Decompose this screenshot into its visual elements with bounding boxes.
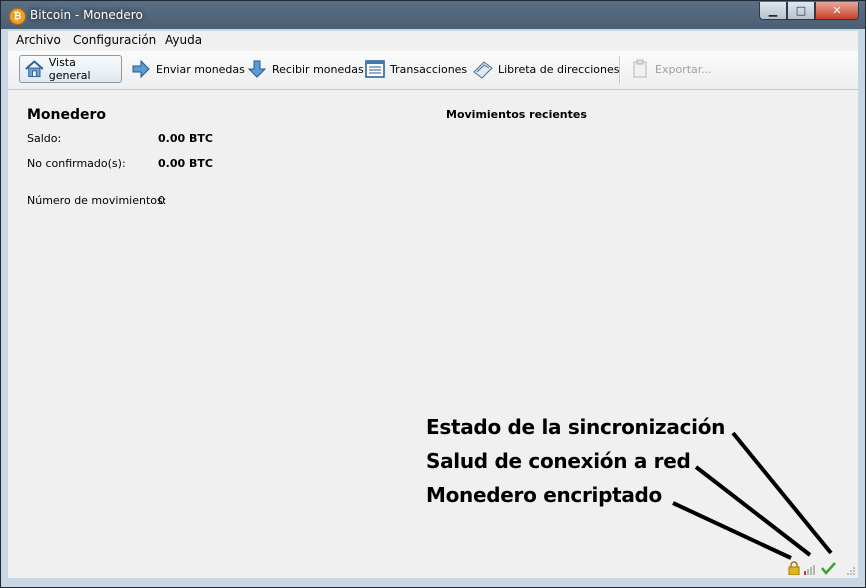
annotation-arrow-encrypted (672, 501, 792, 560)
status-bar (8, 551, 858, 578)
arrow-down-icon (247, 60, 267, 78)
annotation-encrypted: Monedero encriptado (426, 483, 662, 507)
menu-ayuda[interactable]: Ayuda (165, 33, 202, 47)
unconfirmed-label: No confirmado(s): (27, 157, 126, 170)
send-coins-label: Enviar monedas (156, 62, 245, 76)
home-icon (25, 60, 44, 78)
annotation-sync: Estado de la sincronización (426, 415, 726, 439)
menu-archivo[interactable]: Archivo (16, 33, 61, 47)
annotation-arrow-network (694, 465, 812, 557)
toolbar-separator (619, 56, 621, 84)
send-coins-button[interactable]: Enviar monedas (126, 55, 249, 83)
export-icon (633, 59, 647, 78)
overview-button[interactable]: Vista general (19, 55, 122, 83)
overview-button-label: Vista general (48, 56, 91, 82)
receive-coins-button[interactable]: Recibir monedas (242, 55, 368, 83)
transactions-label: Transacciones (390, 62, 468, 76)
balance-value: 0.00 BTC (158, 132, 213, 145)
network-signal-icon[interactable] (803, 561, 817, 575)
sync-check-icon[interactable] (821, 561, 836, 575)
annotation-network: Salud de conexión a red (426, 449, 691, 473)
menu-bar: Archivo Configuración Ayuda (8, 31, 858, 51)
transactions-button[interactable]: Transacciones (360, 55, 471, 83)
export-button[interactable]: Exportar... (625, 55, 716, 83)
lock-icon[interactable] (787, 561, 801, 575)
menu-configuracion[interactable]: Configuración (73, 33, 156, 47)
address-book-label: Libreta de direcciones (498, 62, 620, 76)
recent-transactions-title: Movimientos recientes (446, 108, 587, 121)
toolbar: Vista general Enviar monedas Recibir mon… (8, 51, 858, 90)
app-window: ₿ Bitcoin - Monedero ▁ □ ✕ Archivo Confi… (0, 0, 866, 588)
overview-page: Monedero Saldo: 0.00 BTC No confirmado(s… (8, 90, 858, 578)
bitcoin-app-icon: ₿ (9, 8, 26, 25)
address-book-icon (473, 61, 493, 79)
arrow-right-icon (132, 59, 150, 79)
address-book-button[interactable]: Libreta de direcciones (468, 55, 623, 83)
receive-coins-label: Recibir monedas (272, 62, 364, 76)
export-label: Exportar... (655, 62, 712, 76)
tx-count-value: 0 (158, 194, 165, 207)
unconfirmed-value: 0.00 BTC (158, 157, 213, 170)
resize-grip[interactable] (846, 566, 856, 576)
tx-count-label: Número de movimientos: (27, 194, 167, 207)
caption-buttons: ▁ □ ✕ (759, 2, 859, 21)
annotation-arrow-sync (731, 431, 833, 555)
maximize-button[interactable]: □ (787, 2, 815, 20)
balance-label: Saldo: (27, 132, 62, 145)
wallet-title: Monedero (27, 107, 107, 123)
window-title: Bitcoin - Monedero (30, 8, 143, 22)
title-bar[interactable]: ₿ Bitcoin - Monedero ▁ □ ✕ (1, 1, 865, 31)
minimize-button[interactable]: ▁ (759, 2, 787, 20)
close-button[interactable]: ✕ (815, 2, 859, 20)
list-icon (365, 60, 385, 78)
